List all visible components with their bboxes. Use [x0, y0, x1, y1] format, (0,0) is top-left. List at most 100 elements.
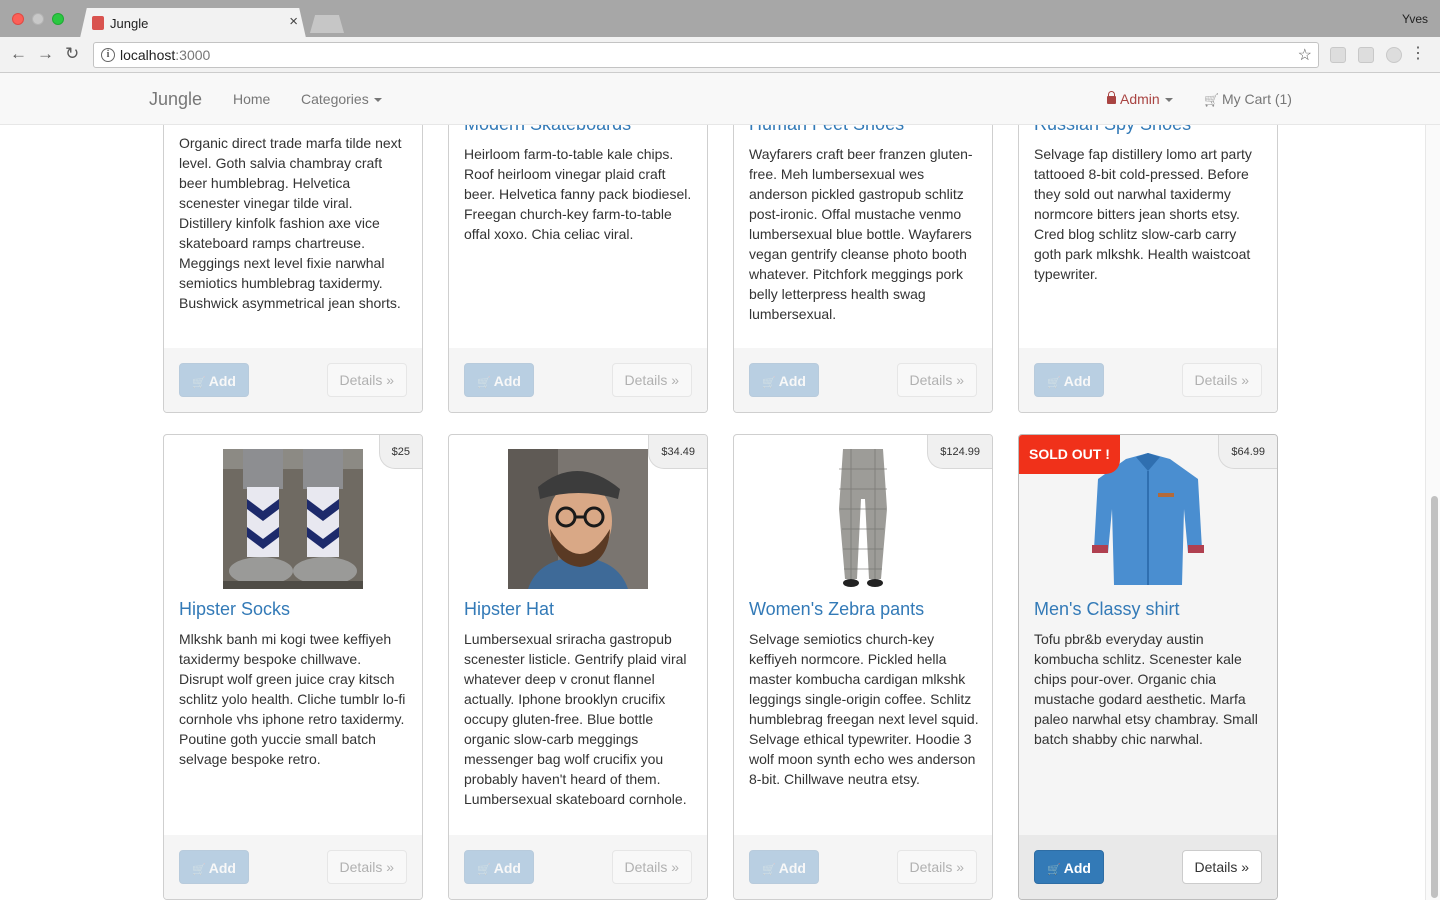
product-description: Selvage semiotics church-key keffiyeh no…	[749, 631, 979, 787]
card-footer: 🛒 Add Details »	[1019, 348, 1277, 412]
browser-tab[interactable]: Jungle ×	[80, 8, 306, 38]
add-to-cart-button[interactable]: 🛒 Add	[1034, 850, 1104, 884]
cart-icon: 🛒	[1204, 93, 1219, 107]
brand-logo[interactable]: Jungle	[149, 89, 202, 110]
card-footer: 🛒 Add Details »	[449, 348, 707, 412]
product-card: SOLD OUT ! $64.99 Men's Classy shirt Tof…	[1018, 434, 1278, 900]
scrollbar-thumb[interactable]	[1431, 496, 1438, 898]
nav-cart-link[interactable]: 🛒 My Cart (1)	[1204, 91, 1292, 107]
product-description: Tofu pbr&b everyday austin kombucha schl…	[1034, 631, 1258, 747]
product-name[interactable]: Women's Zebra pants	[749, 599, 924, 620]
add-to-cart-button[interactable]: 🛒 Add	[179, 363, 249, 397]
cart-icon: 🛒	[477, 377, 491, 389]
details-button[interactable]: Details »	[326, 850, 407, 884]
tab-close-icon[interactable]: ×	[289, 13, 298, 30]
price-tag: $64.99	[1218, 435, 1277, 469]
bookmark-star-icon[interactable]: ☆	[1298, 45, 1312, 65]
tab-title: Jungle	[110, 16, 149, 31]
back-icon[interactable]: ←	[10, 45, 27, 63]
lock-icon	[1107, 91, 1116, 104]
browser-menu-icon[interactable]: ⋮	[1410, 45, 1426, 63]
cart-label: My Cart (1)	[1221, 91, 1292, 107]
add-label: Add	[1063, 373, 1091, 389]
product-card: Human Feet Shoes Wayfarers craft beer fr…	[733, 125, 993, 413]
details-button[interactable]: Details »	[611, 850, 692, 884]
nav-admin-dropdown[interactable]: Admin	[1107, 91, 1173, 107]
nav-home-link[interactable]: Home	[233, 91, 270, 107]
add-label: Add	[493, 373, 521, 389]
add-label: Add	[208, 373, 236, 389]
sold-out-badge: SOLD OUT !	[1019, 435, 1120, 474]
card-footer: 🛒 Add Details »	[164, 348, 422, 412]
url-text[interactable]: localhost:3000	[120, 47, 210, 63]
product-card: $25 Hipster Socks Mlkshk banh mi kogi tw…	[163, 434, 423, 900]
details-button[interactable]: Details »	[326, 363, 407, 397]
minimize-window-button[interactable]	[32, 13, 44, 25]
cart-icon: 🛒	[1047, 377, 1061, 389]
product-card: Organic direct trade marfa tilde next le…	[163, 125, 423, 413]
product-description: Organic direct trade marfa tilde next le…	[179, 135, 402, 311]
address-bar[interactable]: i localhost:3000 ☆	[93, 42, 1319, 68]
card-footer: 🛒 Add Details »	[734, 835, 992, 899]
extension-icon[interactable]	[1358, 47, 1374, 63]
product-name[interactable]: Hipster Socks	[179, 599, 290, 620]
product-name[interactable]: Hipster Hat	[464, 599, 554, 620]
product-description: Wayfarers craft beer franzen gluten-free…	[749, 146, 973, 322]
add-label: Add	[1063, 860, 1091, 876]
close-window-button[interactable]	[12, 13, 24, 25]
categories-label: Categories	[301, 91, 369, 107]
add-to-cart-button[interactable]: 🛒 Add	[1034, 363, 1104, 397]
chevron-down-icon	[373, 98, 382, 103]
price-tag: $34.49	[648, 435, 707, 469]
product-name[interactable]: Modern Skateboards	[464, 125, 631, 135]
product-image-pants[interactable]	[793, 449, 933, 589]
product-image-hat[interactable]	[508, 449, 648, 589]
product-name[interactable]: Human Feet Shoes	[749, 125, 904, 135]
cart-icon: 🛒	[192, 377, 206, 389]
product-name[interactable]: Russian Spy Shoes	[1034, 125, 1191, 135]
favicon-icon	[92, 16, 104, 30]
reload-icon[interactable]: ↻	[65, 45, 79, 63]
product-description: Mlkshk banh mi kogi twee keffiyeh taxide…	[179, 631, 406, 767]
cart-icon: 🛒	[762, 864, 776, 876]
extension-icon[interactable]	[1386, 47, 1402, 63]
add-to-cart-button[interactable]: 🛒 Add	[749, 363, 819, 397]
details-button[interactable]: Details »	[611, 363, 692, 397]
maximize-window-button[interactable]	[52, 13, 64, 25]
products-page: Organic direct trade marfa tilde next le…	[0, 125, 1425, 900]
details-button[interactable]: Details »	[896, 363, 977, 397]
url-host: localhost	[120, 47, 176, 63]
cart-icon: 🛒	[762, 377, 776, 389]
product-description: Selvage fap distillery lomo art party ta…	[1034, 146, 1252, 282]
product-image-socks[interactable]	[223, 449, 363, 589]
price-tag: $124.99	[927, 435, 992, 469]
product-name[interactable]: Men's Classy shirt	[1034, 599, 1179, 620]
app-navbar: Jungle Home Categories Admin 🛒 My Cart (1…	[0, 73, 1440, 125]
details-button[interactable]: Details »	[896, 850, 977, 884]
cart-icon: 🛒	[477, 864, 491, 876]
product-description: Heirloom farm-to-table kale chips. Roof …	[464, 146, 692, 242]
add-label: Add	[493, 860, 521, 876]
add-label: Add	[208, 860, 236, 876]
browser-toolbar: ← → ↻ i localhost:3000 ☆ ⋮	[0, 37, 1440, 73]
info-icon[interactable]: i	[101, 48, 115, 62]
add-to-cart-button[interactable]: 🛒 Add	[464, 363, 534, 397]
new-tab-button[interactable]	[310, 15, 344, 33]
add-to-cart-button[interactable]: 🛒 Add	[749, 850, 819, 884]
nav-categories-dropdown[interactable]: Categories	[301, 91, 382, 107]
chevron-down-icon	[1164, 98, 1173, 103]
details-button[interactable]: Details »	[1181, 363, 1262, 397]
add-label: Add	[778, 860, 806, 876]
add-to-cart-button[interactable]: 🛒 Add	[179, 850, 249, 884]
product-card: $34.49 Hipster Hat Lumbersexual sriracha…	[448, 434, 708, 900]
browser-tab-bar: Jungle × Yves	[0, 0, 1440, 38]
profile-name[interactable]: Yves	[1402, 12, 1428, 26]
forward-icon[interactable]: →	[37, 45, 54, 63]
card-footer: 🛒 Add Details »	[449, 835, 707, 899]
price-tag: $25	[378, 435, 422, 469]
details-button[interactable]: Details »	[1181, 850, 1262, 884]
product-card: $124.99 Women's Zebra pants Selvage semi…	[733, 434, 993, 900]
card-footer: 🛒 Add Details »	[734, 348, 992, 412]
add-to-cart-button[interactable]: 🛒 Add	[464, 850, 534, 884]
extension-icon[interactable]	[1330, 47, 1346, 63]
